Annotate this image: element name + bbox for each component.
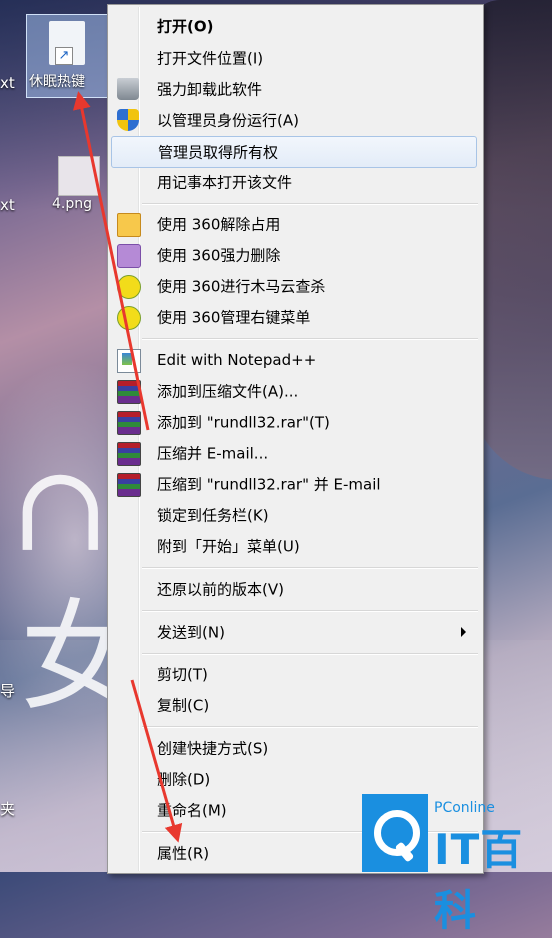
annotation-arrow-to-properties	[130, 679, 183, 843]
pconline-watermark-logo: PConline IT百科	[362, 794, 552, 935]
annotation-arrow-to-icon	[73, 91, 150, 431]
annotation-arrows	[73, 91, 183, 843]
watermark-small-text: PConline	[434, 800, 495, 816]
watermark-big-text: IT百科	[434, 825, 524, 935]
magnifier-logo-icon	[362, 794, 428, 872]
